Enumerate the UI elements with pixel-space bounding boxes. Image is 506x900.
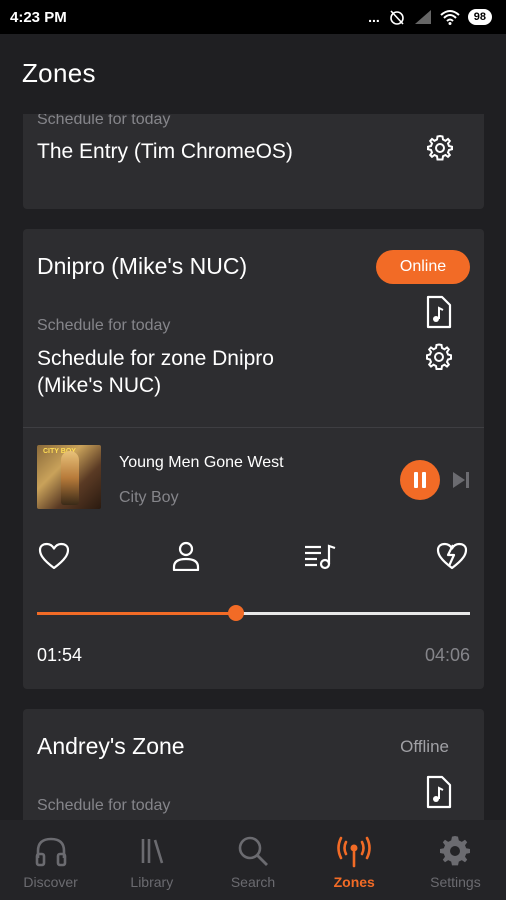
nav-item-settings[interactable]: Settings: [405, 820, 506, 900]
pause-icon: [414, 472, 426, 488]
schedule-file-icon[interactable]: [423, 293, 455, 331]
zones-list[interactable]: Schedule for today The Entry (Tim Chrome…: [0, 114, 506, 820]
headphones-icon: [35, 837, 66, 867]
playlist-music-icon: [305, 544, 336, 570]
bottom-nav: Discover Library Search Zones Settings: [0, 820, 506, 900]
skip-next-icon: [453, 472, 469, 488]
zone-card-entry[interactable]: Schedule for today The Entry (Tim Chrome…: [23, 114, 484, 209]
nav-item-discover[interactable]: Discover: [0, 820, 101, 900]
nav-label-discover: Discover: [23, 874, 78, 890]
broken-heart-icon: [436, 542, 468, 570]
total-time: 04:06: [424, 645, 470, 665]
library-icon: [141, 839, 164, 864]
elapsed-time: 01:54: [37, 645, 83, 665]
dislike-button[interactable]: [435, 539, 469, 573]
nav-label-settings: Settings: [430, 874, 481, 890]
person-icon: [172, 541, 200, 571]
pause-button[interactable]: [400, 460, 440, 500]
schedule-name-line2: (Mike's NUC): [37, 374, 162, 397]
gear-icon[interactable]: [422, 340, 456, 374]
app-header: Zones: [0, 34, 506, 114]
broadcast-icon: [337, 836, 372, 868]
alarm-off-icon: [389, 10, 404, 25]
progress-thumb[interactable]: [228, 605, 245, 621]
album-art[interactable]: CITY BOY: [37, 445, 101, 509]
status-time: 4:23 PM: [10, 8, 67, 26]
progress-track[interactable]: [37, 605, 470, 621]
page-title: Zones: [22, 58, 96, 88]
schedule-label: Schedule for today: [37, 114, 171, 128]
signal-dots: ...: [368, 9, 380, 25]
nav-label-search: Search: [230, 874, 276, 890]
heart-icon: [38, 542, 70, 570]
status-badge: Online: [376, 250, 470, 284]
artist-button[interactable]: [169, 539, 203, 573]
status-bar: 4:23 PM ... 98: [0, 0, 506, 34]
like-button[interactable]: [37, 539, 71, 573]
schedule-name-line1: Schedule for zone Dnipro: [37, 347, 274, 370]
gear-icon[interactable]: [423, 130, 457, 164]
nav-item-search[interactable]: Search: [202, 820, 303, 900]
schedule-name: The Entry (Tim ChromeOS): [37, 140, 293, 163]
nav-label-zones: Zones: [333, 874, 375, 890]
wifi-icon: [440, 10, 460, 25]
status-badge: Offline: [400, 737, 449, 756]
schedule-file-icon[interactable]: [425, 114, 455, 122]
schedule-file-icon[interactable]: [423, 773, 455, 811]
status-icons: ... 98: [368, 8, 492, 26]
schedule-label: Schedule for today: [37, 317, 171, 334]
search-icon: [238, 836, 268, 866]
zone-name: Dnipro (Mike's NUC): [37, 253, 248, 279]
nav-item-zones[interactable]: Zones: [304, 820, 405, 900]
track-title: Young Men Gone West: [119, 454, 284, 471]
track-artist: City Boy: [119, 489, 179, 506]
queue-button[interactable]: [302, 539, 338, 573]
album-art-figure: [61, 451, 79, 505]
battery-indicator: 98: [467, 9, 492, 25]
schedule-label: Schedule for today: [37, 797, 171, 814]
skip-next-button[interactable]: [450, 469, 472, 491]
zone-card-andrey[interactable]: Andrey's Zone Offline Schedule for today: [23, 709, 484, 820]
zone-name: Andrey's Zone: [37, 733, 185, 759]
nav-item-library[interactable]: Library: [101, 820, 202, 900]
nav-label-library: Library: [130, 874, 174, 890]
gear-icon: [440, 836, 471, 866]
now-playing: CITY BOY Young Men Gone West City Boy 01…: [23, 427, 484, 689]
progress-fill: [37, 612, 237, 615]
zone-card-dnipro[interactable]: Dnipro (Mike's NUC) Online Schedule for …: [23, 229, 484, 689]
cell-signal-icon: [414, 10, 431, 24]
